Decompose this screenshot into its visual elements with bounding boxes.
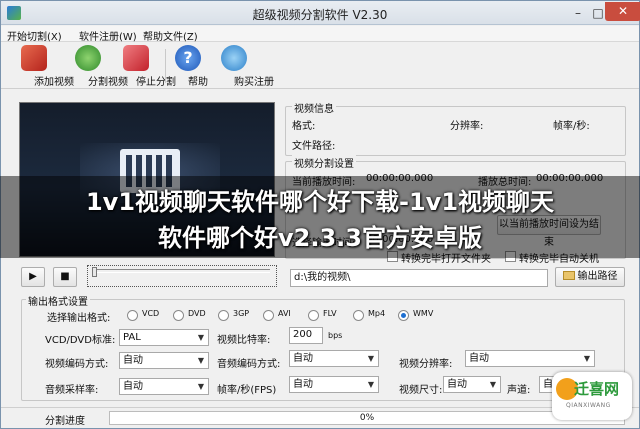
chevron-down-icon: ▼ [367, 380, 375, 389]
fps-info-label: 帧率/秒: [553, 121, 590, 132]
format-radio-dvd[interactable] [173, 310, 184, 321]
std-label: VCD/DVD标准: [45, 335, 116, 346]
progress-value: 0% [359, 413, 375, 423]
output-path-field[interactable]: d:\我的视频\ [290, 269, 548, 287]
format-flv-label: FLV [323, 309, 337, 318]
file-path-label: 文件路径: [292, 141, 336, 152]
seek-track [94, 269, 270, 273]
watermark-subtext: QIANXIWANG [566, 402, 611, 409]
stop-button[interactable]: ■ [53, 267, 77, 287]
banner-line-2: 软件哪个好v2.3.3官方安卓版 [158, 224, 482, 252]
seek-slider[interactable] [87, 265, 277, 287]
window-title: 超级视频分割软件 V2.30 [252, 8, 388, 22]
status-bar: 分割进度 0% [1, 407, 639, 428]
channel-label: 声道: [507, 385, 531, 396]
video-codec-select[interactable]: 自动 ▼ [119, 352, 209, 369]
folder-icon [562, 271, 575, 280]
audio-sample-rate-value: 自动 [123, 381, 143, 392]
fps-select[interactable]: 自动 ▼ [289, 376, 379, 393]
toolbar: 添加视频 分割视频 停止分割 ? 帮助 购买注册 [1, 43, 639, 89]
buy-register-button[interactable]: 购买注册 [209, 45, 274, 88]
format-vcd-label: VCD [142, 309, 160, 318]
bitrate-unit: bps [328, 331, 343, 340]
resolution-label: 分辨率: [450, 121, 484, 132]
progress-bar: 0% [109, 411, 625, 425]
video-codec-label: 视频编码方式: [45, 359, 109, 370]
video-resolution-label: 视频分辨率: [399, 359, 453, 370]
chevron-down-icon: ▼ [367, 354, 375, 363]
title-bar: 超级视频分割软件 V2.30 – □ ✕ [1, 1, 640, 25]
stop-split-button[interactable]: 停止分割 [111, 45, 176, 88]
bitrate-label: 视频比特率: [217, 335, 271, 346]
audio-codec-select[interactable]: 自动 ▼ [289, 350, 379, 367]
split-settings-group-label: 视频分割设置 [292, 155, 356, 170]
audio-sample-rate-label: 音频采样率: [45, 385, 99, 396]
stop-split-icon [123, 45, 149, 71]
seek-thumb[interactable] [92, 267, 97, 277]
chevron-down-icon: ▼ [197, 333, 205, 342]
video-size-label: 视频尺寸: [399, 385, 443, 396]
output-path-button-label: 输出路径 [577, 271, 618, 282]
help-button[interactable]: ? 帮助 [163, 45, 213, 88]
output-format-group-label: 输出格式设置 [26, 293, 90, 308]
bitrate-input[interactable]: 200 [289, 327, 323, 344]
menu-start-cut[interactable]: 开始切割(X) [7, 28, 62, 43]
progress-label: 分割进度 [45, 416, 85, 427]
fps-value: 自动 [293, 379, 313, 390]
format-label: 格式: [292, 121, 316, 132]
format-radio-flv[interactable] [308, 310, 319, 321]
output-path-button[interactable]: 输出路径 [555, 267, 625, 287]
split-video-icon [75, 45, 101, 71]
format-avi-label: AVI [278, 309, 291, 318]
format-radio-mp4[interactable] [353, 310, 364, 321]
format-radio-wmv[interactable] [398, 310, 409, 321]
menu-help-file[interactable]: 帮助文件(Z) [143, 28, 198, 43]
video-resolution-select[interactable]: 自动 ▼ [465, 350, 595, 367]
menu-register[interactable]: 软件注册(W) [79, 28, 137, 43]
fps-label: 帧率/秒(FPS) [217, 385, 277, 396]
chevron-down-icon: ▼ [489, 380, 497, 389]
help-icon: ? [175, 45, 201, 71]
format-radio-3gp[interactable] [218, 310, 229, 321]
close-button[interactable]: ✕ [605, 2, 640, 21]
banner-overlay: 1v1视频聊天软件哪个好下载-1v1视频聊天 软件哪个好v2.3.3官方安卓版 [0, 176, 640, 258]
format-3gp-label: 3GP [233, 309, 250, 318]
std-select-value: PAL [123, 332, 141, 343]
audio-sample-rate-select[interactable]: 自动 ▼ [119, 378, 209, 395]
format-dvd-label: DVD [188, 309, 206, 318]
video-info-group-label: 视频信息 [292, 100, 336, 115]
menu-bar: 开始切割(X) 软件注册(W) 帮助文件(Z) [1, 26, 639, 43]
video-size-value: 自动 [447, 379, 467, 390]
format-radio-avi[interactable] [263, 310, 274, 321]
audio-codec-label: 音频编码方式: [217, 359, 281, 370]
chevron-down-icon: ▼ [583, 354, 591, 363]
format-mp4-label: Mp4 [368, 309, 386, 318]
watermark-text: 迁喜网 [574, 380, 620, 398]
add-video-button[interactable]: 添加视频 [9, 45, 74, 88]
std-select[interactable]: PAL ▼ [119, 329, 209, 346]
output-format-label: 选择输出格式: [47, 313, 111, 324]
audio-codec-value: 自动 [293, 353, 313, 364]
format-radio-vcd[interactable] [127, 310, 138, 321]
watermark-logo: 迁喜网 QIANXIWANG [552, 372, 632, 420]
chevron-down-icon: ▼ [197, 356, 205, 365]
video-resolution-value: 自动 [469, 353, 489, 364]
minimize-button[interactable]: – [567, 5, 589, 21]
add-video-icon [21, 45, 47, 71]
buy-register-icon [221, 45, 247, 71]
banner-line-1: 1v1视频聊天软件哪个好下载-1v1视频聊天 [85, 188, 555, 216]
format-wmv-label: WMV [413, 309, 434, 318]
video-size-select[interactable]: 自动 ▼ [443, 376, 501, 393]
video-codec-value: 自动 [123, 355, 143, 366]
split-video-button[interactable]: 分割视频 [63, 45, 128, 88]
play-button[interactable]: ▶ [21, 267, 45, 287]
chevron-down-icon: ▼ [197, 382, 205, 391]
